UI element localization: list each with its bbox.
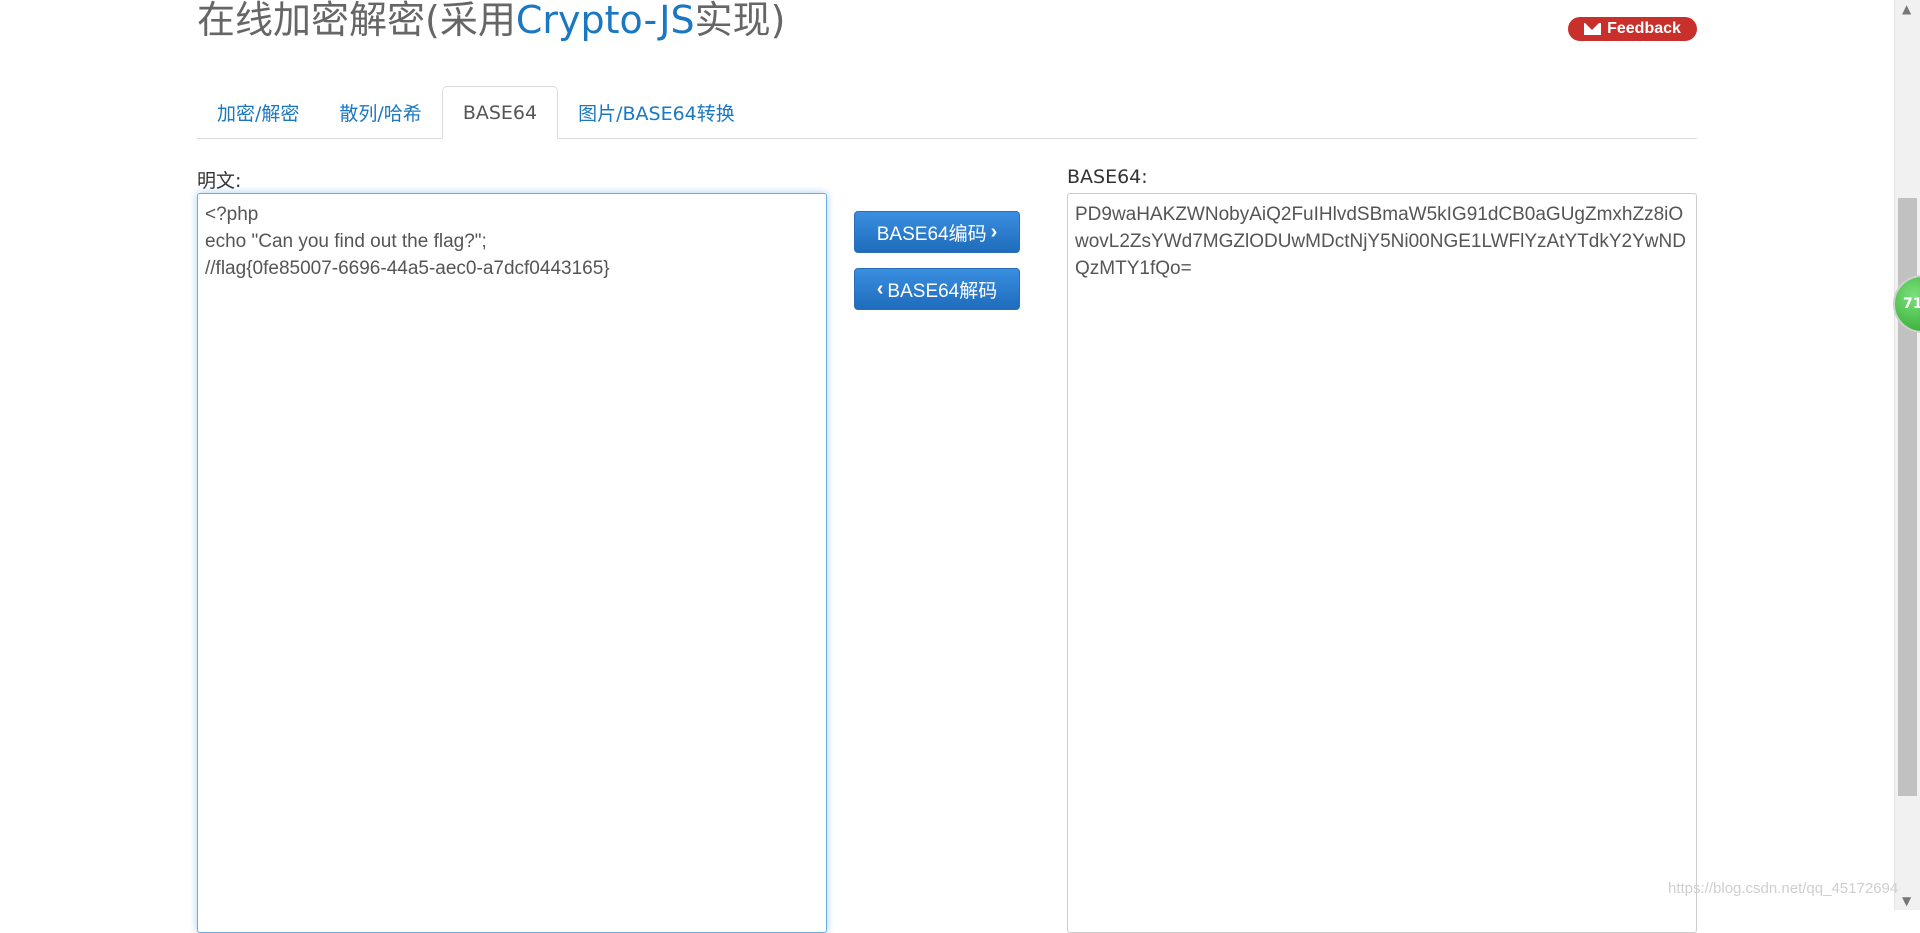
page-title: 在线加密解密(采用Crypto-JS实现) <box>197 0 785 44</box>
tab-encrypt-decrypt[interactable]: 加密/解密 <box>197 86 319 138</box>
base64-label: BASE64: <box>1067 166 1148 188</box>
tab-bar: 加密/解密 散列/哈希 BASE64 图片/BASE64转换 <box>197 85 1697 139</box>
title-accent: Crypto-JS <box>515 0 695 42</box>
base64-output[interactable] <box>1067 193 1697 933</box>
plaintext-input[interactable] <box>197 193 827 933</box>
mail-icon <box>1584 23 1602 35</box>
tab-hash[interactable]: 散列/哈希 <box>319 86 441 138</box>
encode-label: BASE64编码 <box>876 223 987 245</box>
tab-image-base64[interactable]: 图片/BASE64转换 <box>558 86 755 138</box>
tab-base64[interactable]: BASE64 <box>441 86 559 139</box>
plaintext-label: 明文: <box>197 170 242 192</box>
scroll-up-icon[interactable]: ▲ <box>1902 2 1911 16</box>
title-prefix: 在线加密解密(采用 <box>197 0 516 42</box>
feedback-button[interactable]: Feedback <box>1568 17 1697 41</box>
chevron-right-icon: › <box>990 220 998 243</box>
feedback-label: Feedback <box>1607 20 1681 37</box>
page-scrollbar[interactable]: ▲ ▼ <box>1894 0 1920 910</box>
watermark: https://blog.csdn.net/qq_45172694 <box>1668 880 1899 897</box>
title-suffix: 实现) <box>694 0 786 42</box>
scroll-down-icon[interactable]: ▼ <box>1902 894 1911 908</box>
chevron-left-icon: ‹ <box>876 277 884 300</box>
base64-encode-button[interactable]: BASE64编码 › <box>854 211 1020 253</box>
decode-label: BASE64解码 <box>887 280 998 302</box>
base64-decode-button[interactable]: ‹ BASE64解码 <box>854 268 1020 310</box>
